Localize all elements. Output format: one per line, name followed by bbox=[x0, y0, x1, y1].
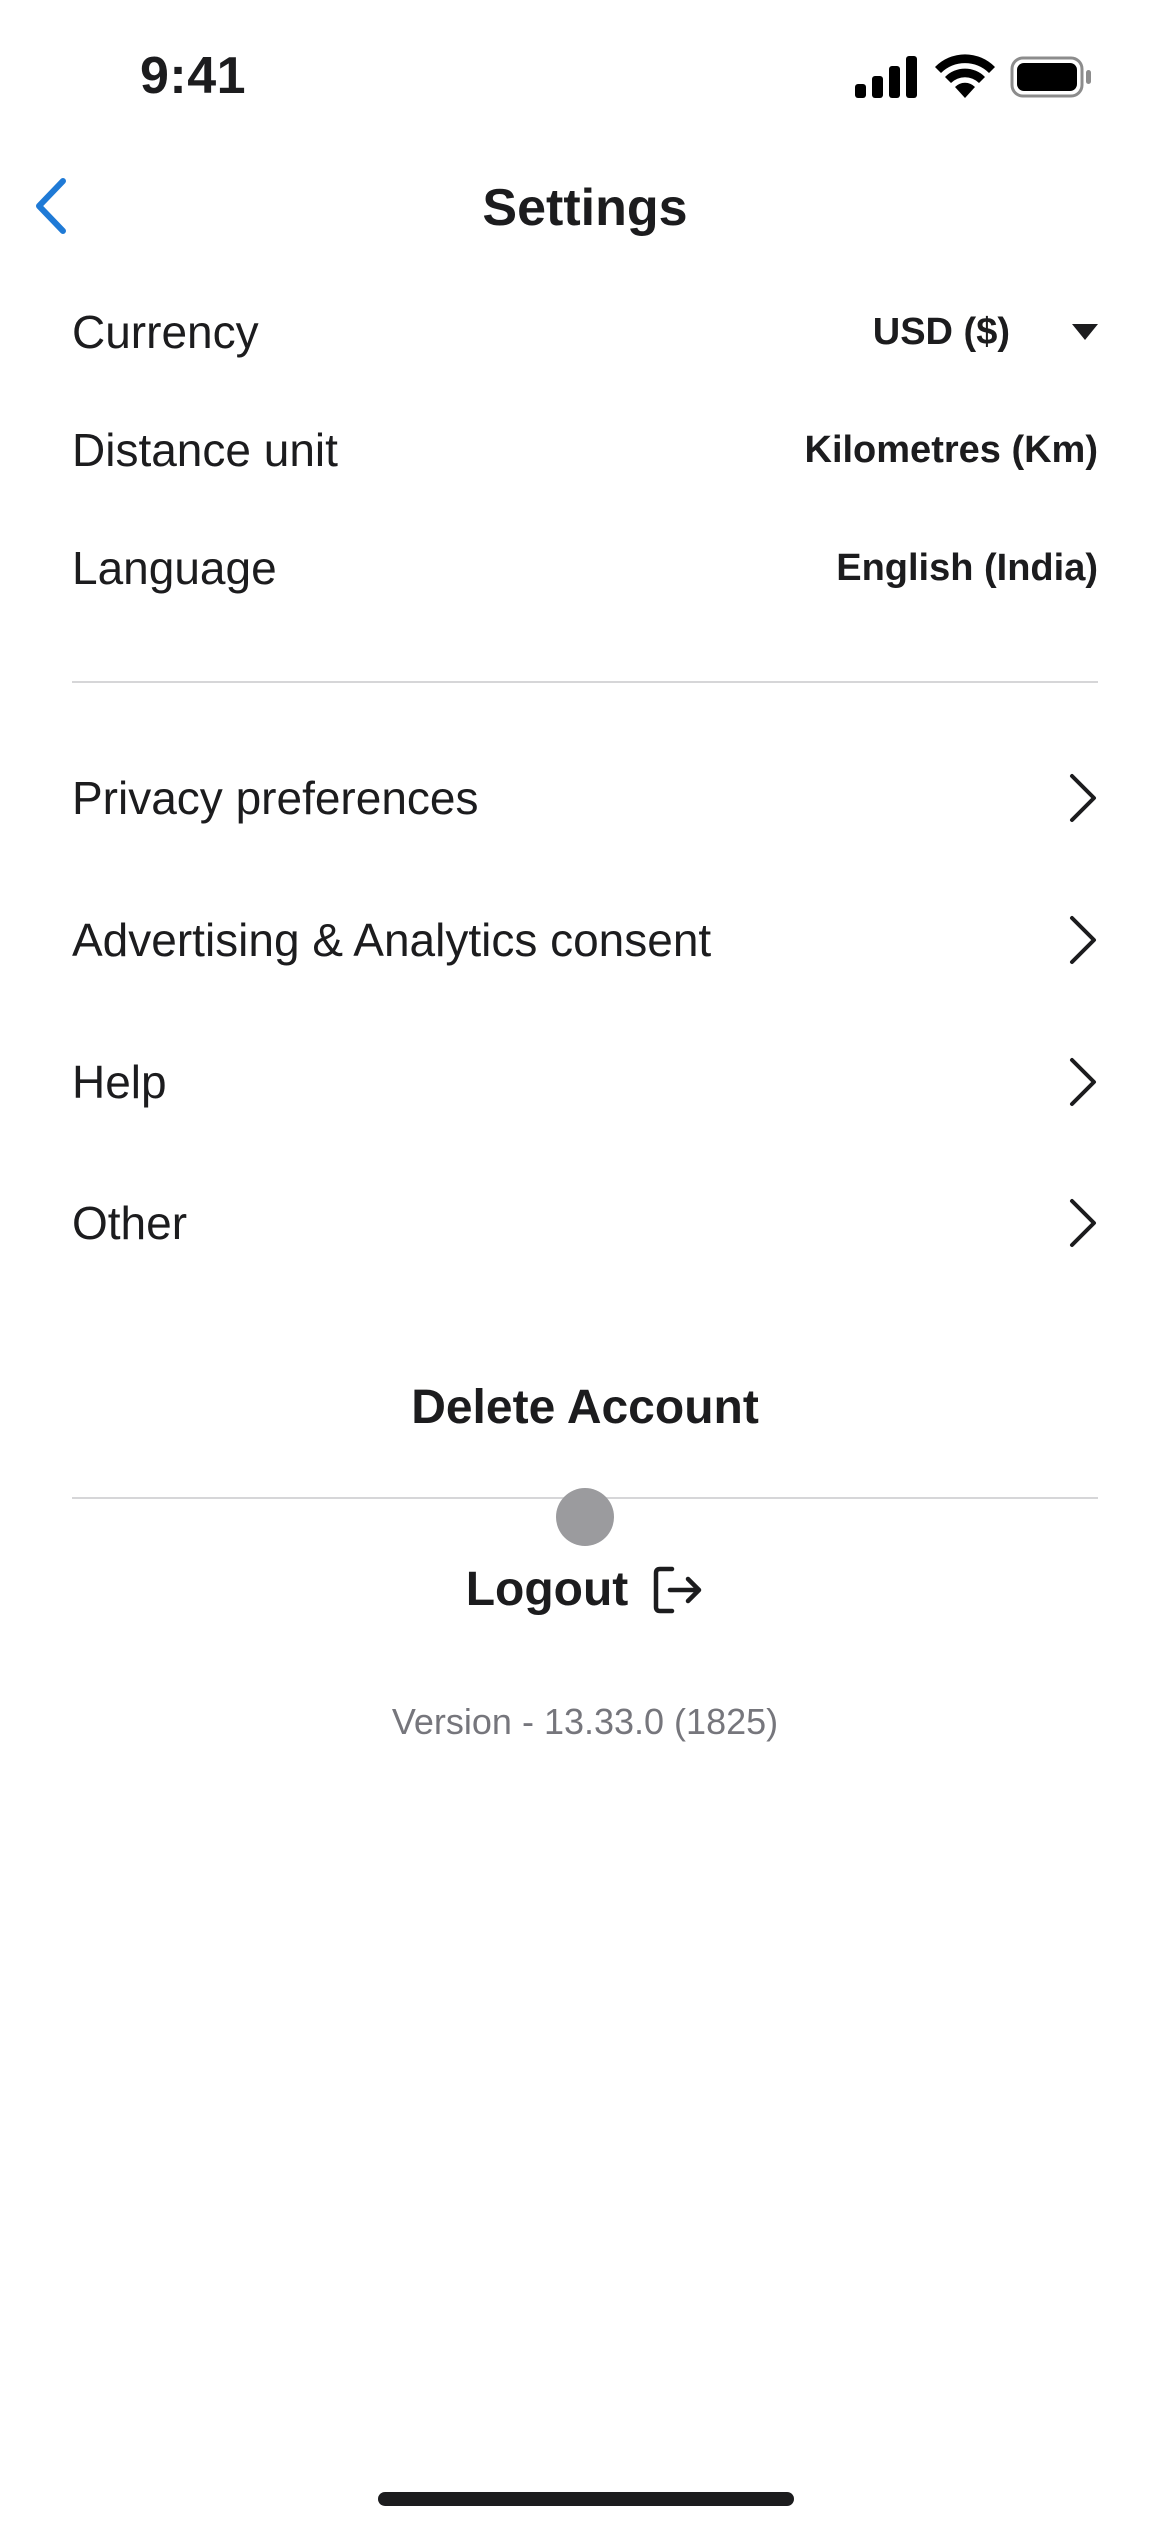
cellular-signal-icon bbox=[855, 56, 917, 98]
privacy-preferences-item[interactable]: Privacy preferences bbox=[72, 748, 1098, 848]
page-title: Settings bbox=[482, 179, 688, 237]
chevron-right-icon bbox=[1070, 916, 1096, 964]
language-value[interactable]: English (India) bbox=[836, 544, 1098, 592]
menu-item-label: Privacy preferences bbox=[72, 772, 479, 824]
home-indicator[interactable] bbox=[378, 2492, 794, 2506]
logout-button[interactable]: Logout bbox=[0, 1552, 1170, 1628]
chevron-right-icon bbox=[1070, 774, 1096, 822]
logout-icon bbox=[654, 1566, 702, 1614]
menu-item-label: Other bbox=[72, 1197, 188, 1249]
status-time: 9:41 bbox=[140, 47, 247, 105]
section-divider bbox=[72, 681, 1098, 683]
menu-item-label: Help bbox=[72, 1056, 167, 1108]
touch-indicator bbox=[556, 1488, 614, 1546]
currency-label: Currency bbox=[72, 306, 259, 358]
delete-account-button[interactable]: Delete Account bbox=[0, 1370, 1170, 1446]
distance-unit-value[interactable]: Kilometres (Km) bbox=[805, 426, 1099, 474]
currency-row[interactable]: Currency USD ($) bbox=[72, 292, 1098, 372]
language-row[interactable]: Language English (India) bbox=[72, 528, 1098, 608]
chevron-right-icon bbox=[1070, 1058, 1096, 1106]
currency-dropdown[interactable]: USD ($) bbox=[873, 308, 1098, 356]
battery-icon bbox=[1010, 56, 1091, 98]
help-item[interactable]: Help bbox=[72, 1032, 1098, 1132]
menu-item-label: Advertising & Analytics consent bbox=[72, 914, 712, 966]
dropdown-caret-icon bbox=[1072, 324, 1098, 340]
currency-value: USD ($) bbox=[872, 311, 1010, 353]
distance-unit-label: Distance unit bbox=[72, 424, 338, 476]
app-version: Version - 13.33.0 (1825) bbox=[391, 1701, 779, 1742]
chevron-right-icon bbox=[1070, 1199, 1096, 1247]
language-label: Language bbox=[72, 542, 277, 594]
distance-unit-row[interactable]: Distance unit Kilometres (Km) bbox=[72, 410, 1098, 490]
advertising-analytics-consent-item[interactable]: Advertising & Analytics consent bbox=[72, 890, 1098, 990]
other-item[interactable]: Other bbox=[72, 1173, 1098, 1273]
wifi-icon bbox=[935, 54, 995, 98]
logout-label: Logout bbox=[465, 1563, 629, 1616]
